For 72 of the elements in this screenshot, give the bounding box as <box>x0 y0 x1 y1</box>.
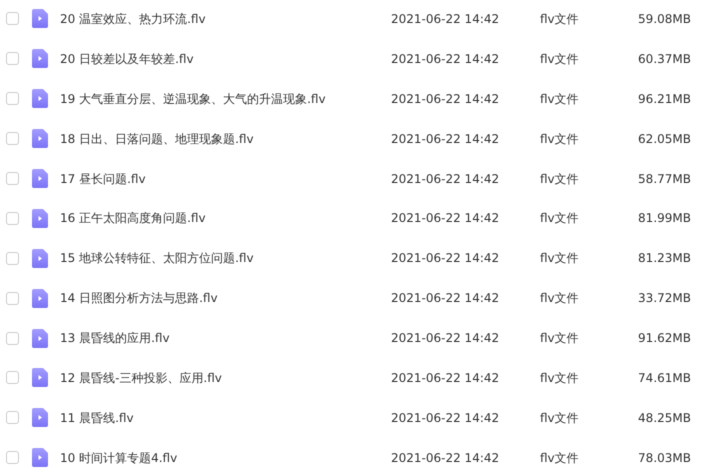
video-file-icon <box>32 9 48 28</box>
video-file-icon <box>32 49 48 68</box>
checkbox[interactable] <box>6 252 19 265</box>
modified-date: 2021-06-22 14:42 <box>391 250 500 268</box>
file-type: flv文件 <box>540 170 580 188</box>
file-size: 81.99MB <box>637 210 691 228</box>
file-name[interactable]: 20 温室效应、热力环流.flv <box>60 10 391 28</box>
video-file-icon <box>32 288 48 308</box>
file-name[interactable]: 15 地球公转特征、太阳方位问题.flv <box>60 249 391 268</box>
modified-date: 2021-06-22 14:42 <box>391 330 500 348</box>
modified-date: 2021-06-22 14:42 <box>391 50 500 68</box>
video-file-icon <box>32 368 48 388</box>
file-name[interactable]: 16 正午太阳高度角问题.flv <box>60 209 391 228</box>
file-name[interactable]: 10 时间计算专题4.flv <box>60 448 391 467</box>
video-file-icon <box>32 408 48 428</box>
checkbox[interactable] <box>6 332 19 345</box>
file-name[interactable]: 17 昼长问题.flv <box>60 170 391 188</box>
video-file-icon <box>32 169 48 188</box>
modified-date: 2021-06-22 14:42 <box>391 170 500 188</box>
checkbox[interactable] <box>6 132 19 146</box>
file-type: flv文件 <box>540 410 580 427</box>
file-name[interactable]: 18 日出、日落问题、地理现象题.flv <box>60 130 391 148</box>
video-file-icon <box>32 89 48 108</box>
modified-date: 2021-06-22 14:42 <box>391 130 500 148</box>
file-type: flv文件 <box>540 250 580 268</box>
file-type: flv文件 <box>540 290 580 308</box>
modified-date: 2021-06-22 14:42 <box>391 290 500 308</box>
file-size: 96.21MB <box>637 90 691 108</box>
file-size: 60.37MB <box>637 50 691 68</box>
modified-date: 2021-06-22 14:42 <box>391 90 500 108</box>
checkbox[interactable] <box>6 12 19 26</box>
modified-date: 2021-06-22 14:42 <box>391 370 500 387</box>
modified-date: 2021-06-22 14:42 <box>391 210 500 228</box>
checkbox[interactable] <box>6 212 19 225</box>
file-type: flv文件 <box>540 330 580 348</box>
file-size: 58.77MB <box>637 170 691 188</box>
file-name[interactable]: 20 日较差以及年较差.flv <box>60 50 391 68</box>
file-size: 59.08MB <box>637 10 691 28</box>
checkbox[interactable] <box>6 411 19 424</box>
file-type: flv文件 <box>540 130 580 148</box>
checkbox[interactable] <box>6 292 19 305</box>
file-type: flv文件 <box>540 50 580 68</box>
modified-date: 2021-06-22 14:42 <box>391 10 500 28</box>
file-name[interactable]: 14 日照图分析方法与思路.flv <box>60 289 391 308</box>
file-type: flv文件 <box>540 90 580 108</box>
file-name[interactable]: 12 晨昏线-三种投影、应用.flv <box>60 368 391 387</box>
file-name[interactable]: 19 大气垂直分层、逆温现象、大气的升温现象.flv <box>60 90 391 108</box>
file-type: flv文件 <box>540 10 580 28</box>
video-file-icon <box>32 328 48 348</box>
file-size: 91.62MB <box>637 330 691 348</box>
file-size: 62.05MB <box>637 130 691 148</box>
video-file-icon <box>32 448 48 468</box>
file-name[interactable]: 13 晨昏线的应用.flv <box>60 329 391 348</box>
checkbox[interactable] <box>6 451 19 464</box>
video-file-icon <box>32 208 48 228</box>
video-file-icon <box>32 248 48 268</box>
file-size: 74.61MB <box>637 370 691 387</box>
checkbox[interactable] <box>6 172 19 185</box>
file-size: 33.72MB <box>637 290 691 308</box>
file-name[interactable]: 11 晨昏线.flv <box>60 408 391 427</box>
video-file-icon <box>32 129 48 148</box>
checkbox[interactable] <box>6 52 19 66</box>
checkbox[interactable] <box>6 92 19 106</box>
file-type: flv文件 <box>540 370 580 387</box>
checkbox[interactable] <box>6 371 19 384</box>
file-size: 81.23MB <box>637 250 691 268</box>
file-size: 48.25MB <box>637 410 691 427</box>
file-size: 78.03MB <box>637 450 691 467</box>
modified-date: 2021-06-22 14:42 <box>391 450 500 467</box>
modified-date: 2021-06-22 14:42 <box>391 410 500 427</box>
file-type: flv文件 <box>540 210 580 228</box>
file-type: flv文件 <box>540 450 580 467</box>
